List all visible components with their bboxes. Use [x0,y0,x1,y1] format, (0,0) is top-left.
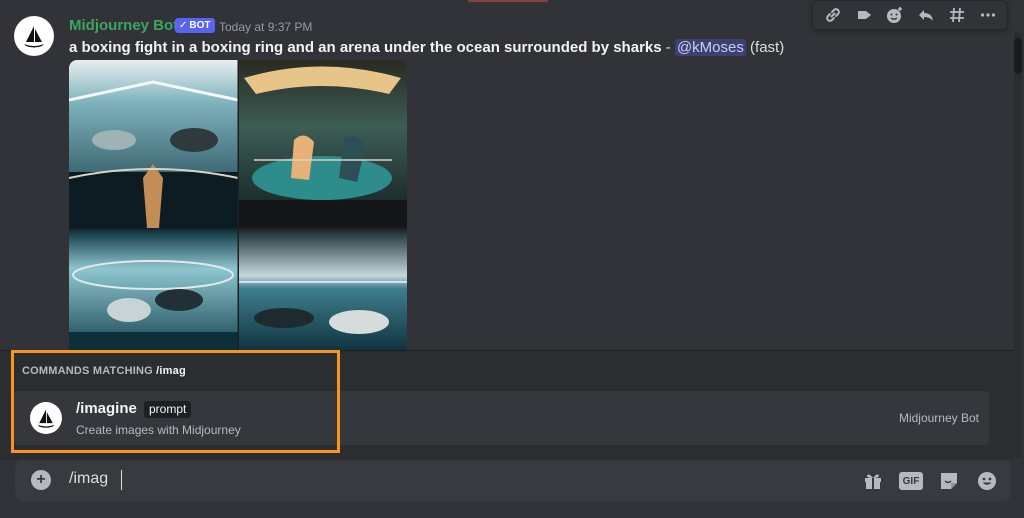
sticker-icon[interactable] [937,469,961,493]
thread-icon[interactable] [944,2,970,28]
message-content: a boxing fight in a boxing ring and an a… [69,39,784,56]
text-caret [121,470,122,490]
message-input[interactable] [69,470,829,488]
imagine-command-option[interactable]: /imagine prompt Create images with Midjo… [14,391,989,445]
command-description: Create images with Midjourney [76,423,241,437]
input-actions: GIF [861,469,999,493]
gift-icon[interactable] [861,469,885,493]
plus-icon[interactable]: + [31,470,51,490]
user-mention[interactable]: @kMoses [674,39,746,56]
link-icon[interactable] [820,2,846,28]
generated-image-grid[interactable] [69,60,407,360]
add-reaction-icon[interactable] [882,2,908,28]
separator: - [661,39,675,56]
emoji-icon[interactable] [975,469,999,493]
more-icon[interactable] [975,2,1001,28]
autocomplete-header: COMMANDS MATCHING /imag [22,365,186,377]
username[interactable]: Midjourney Bot [69,17,178,34]
message-input-bar: + GIF [15,460,1011,501]
reply-icon[interactable] [913,2,939,28]
message-timestamp: Today at 9:37 PM [219,20,313,34]
prompt-text: a boxing fight in a boxing ring and an a… [69,39,662,56]
message-hover-toolbar [812,0,1008,30]
bot-avatar[interactable] [14,16,54,56]
sailboat-icon [37,409,55,428]
scrollbar-track[interactable] [1014,32,1022,458]
autocomplete-query: /imag [156,365,186,377]
command-param-chip: prompt [144,401,192,418]
autocomplete-header-label: COMMANDS MATCHING [22,365,157,377]
sailboat-icon [24,26,44,48]
speed-suffix: (fast) [745,39,785,56]
scrollbar-thumb[interactable] [1014,38,1022,74]
gif-icon[interactable]: GIF [899,472,923,490]
command-source: Midjourney Bot [898,411,979,425]
image-tile-2[interactable] [238,60,407,228]
image-tile-1[interactable] [69,60,239,228]
label-icon[interactable] [851,2,877,28]
image-tile-3[interactable] [69,230,238,360]
bot-badge: ✓ BOT [175,18,215,33]
command-name: /imagine [76,400,137,417]
command-autocomplete: COMMANDS MATCHING /imag /imagine prompt … [0,350,1014,460]
image-tile-4[interactable] [238,230,407,360]
check-icon: ✓ [179,20,188,31]
command-bot-avatar [30,402,62,434]
bot-badge-label: BOT [189,20,211,31]
